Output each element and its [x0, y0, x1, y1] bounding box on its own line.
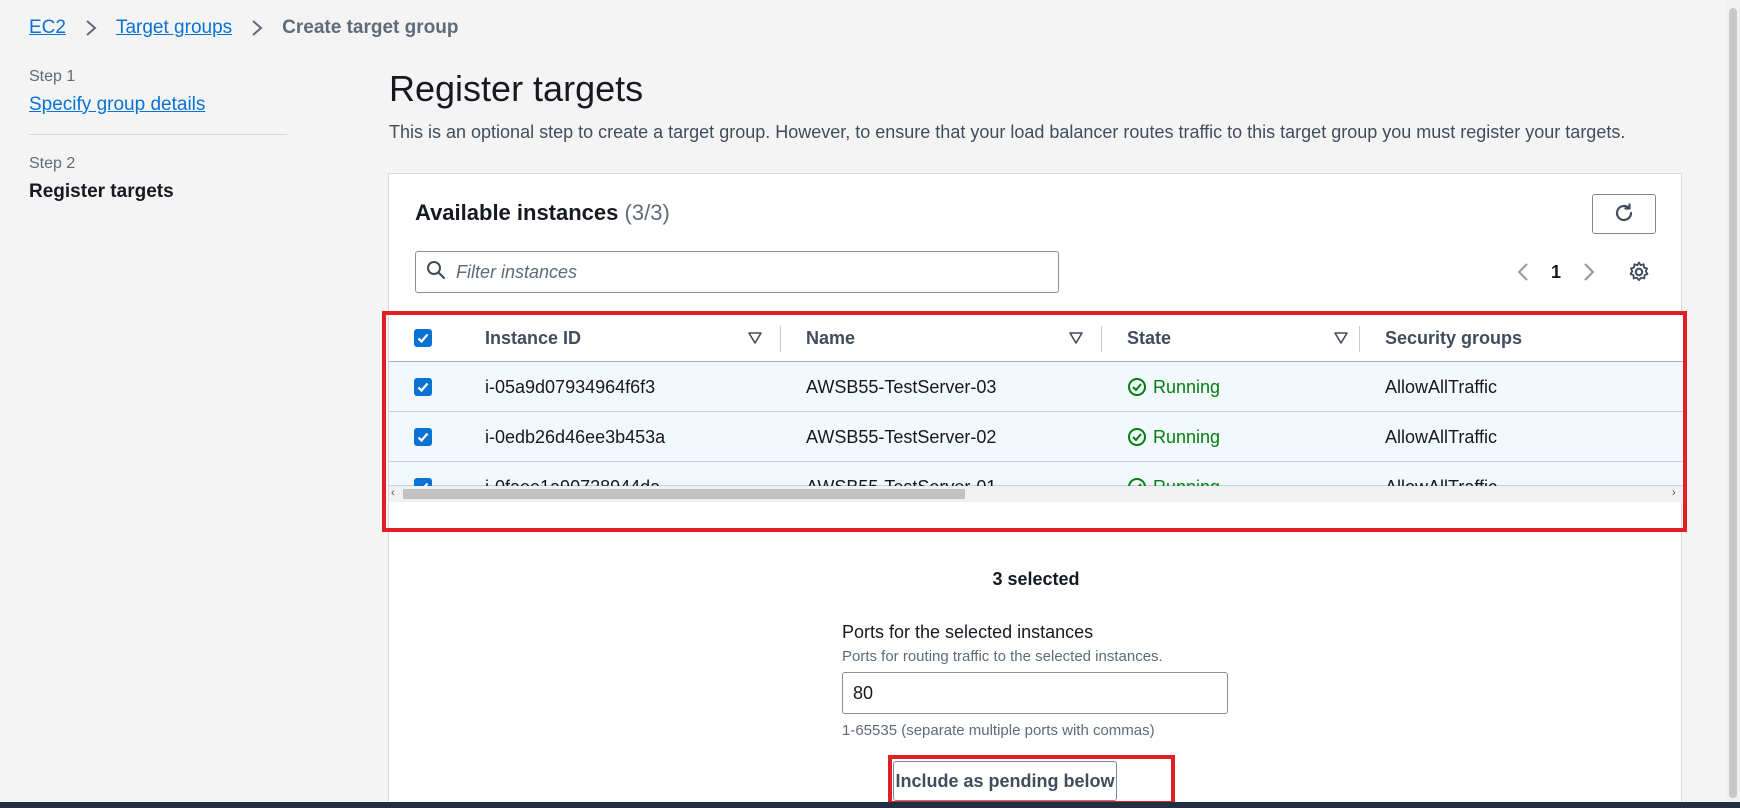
- filter-instances-box: [415, 251, 1059, 293]
- previous-page-icon[interactable]: [1509, 254, 1537, 290]
- column-header-state[interactable]: State: [1127, 314, 1171, 362]
- instance-id: i-0edb26d46ee3b453a: [485, 426, 666, 447]
- check-circle-icon: [1128, 378, 1146, 396]
- pagination: 1: [1509, 254, 1603, 290]
- step-1-link[interactable]: Specify group details: [29, 94, 205, 116]
- ports-description: Ports for routing traffic to the selecte…: [842, 648, 1163, 665]
- breadcrumb-link-target-groups[interactable]: Target groups: [116, 17, 232, 39]
- instances-table: Instance ID Name State Security groups i…: [389, 314, 1683, 502]
- column-divider[interactable]: [1101, 326, 1102, 352]
- instance-state: Running: [1127, 362, 1220, 412]
- panel-title: Available instances: [415, 200, 619, 225]
- table-row[interactable]: i-0faee1a90728944da AWSB55-TestServer-01…: [389, 462, 1683, 497]
- state-text: Running: [1153, 376, 1221, 397]
- include-as-pending-button[interactable]: Include as pending below: [893, 761, 1117, 801]
- table-row[interactable]: i-0edb26d46ee3b453a AWSB55-TestServer-02…: [389, 412, 1683, 462]
- ports-hint: 1-65535 (separate multiple ports with co…: [842, 722, 1155, 739]
- page-scrollbar-thumb[interactable]: [1729, 8, 1737, 798]
- instance-name: AWSB55-TestServer-02: [806, 426, 997, 447]
- instance-id: i-05a9d07934964f6f3: [485, 376, 656, 397]
- column-header-name[interactable]: Name: [806, 314, 855, 362]
- instance-name: AWSB55-TestServer-03: [806, 376, 997, 397]
- scroll-right-icon[interactable]: ›: [1672, 487, 1676, 499]
- column-header-instance-id[interactable]: Instance ID: [485, 314, 581, 362]
- ports-label: Ports for the selected instances: [842, 622, 1094, 642]
- page-number[interactable]: 1: [1551, 262, 1561, 283]
- sort-caret-icon[interactable]: [1333, 314, 1349, 362]
- step-2-label: Step 2: [29, 155, 76, 172]
- available-instances-panel: Available instances (3/3) 1: [388, 173, 1683, 808]
- panel-count: (3/3): [624, 200, 670, 225]
- gear-icon[interactable]: [1625, 258, 1653, 286]
- chevron-right-icon: [250, 19, 264, 37]
- bottom-edge-bar: [0, 802, 1740, 808]
- step-2-current: Register targets: [29, 181, 174, 202]
- column-divider[interactable]: [1359, 326, 1360, 352]
- page-scrollbar[interactable]: [1726, 0, 1740, 808]
- page-description: This is an optional step to create a tar…: [389, 122, 1626, 142]
- selected-count: 3 selected: [992, 569, 1080, 589]
- refresh-icon: [1613, 202, 1635, 227]
- state-text: Running: [1153, 426, 1221, 447]
- wizard-steps: Step 1 Specify group details Step 2 Regi…: [29, 68, 287, 203]
- step-divider: [29, 134, 287, 135]
- instance-state: Running: [1127, 412, 1220, 462]
- scrollbar-thumb[interactable]: [403, 489, 965, 499]
- check-circle-icon: [1128, 428, 1146, 446]
- column-header-security-groups[interactable]: Security groups: [1385, 314, 1522, 362]
- page-title: Register targets: [389, 68, 644, 109]
- refresh-button[interactable]: [1592, 194, 1656, 234]
- column-divider[interactable]: [780, 326, 781, 352]
- search-icon: [426, 260, 446, 285]
- select-all-checkbox[interactable]: [414, 329, 432, 347]
- sort-caret-icon[interactable]: [1068, 314, 1084, 362]
- security-group: AllowAllTraffic: [1385, 376, 1498, 397]
- row-checkbox[interactable]: [414, 378, 432, 396]
- row-checkbox[interactable]: [414, 428, 432, 446]
- select-all-cell: [414, 314, 432, 362]
- horizontal-scrollbar[interactable]: ‹ ›: [389, 486, 1683, 502]
- panel-header: Available instances (3/3): [415, 200, 670, 226]
- ports-input[interactable]: [842, 672, 1228, 714]
- step-1-label: Step 1: [29, 68, 76, 85]
- filter-instances-input[interactable]: [456, 261, 1036, 283]
- table-row[interactable]: i-05a9d07934964f6f3 AWSB55-TestServer-03…: [389, 362, 1683, 412]
- scroll-left-icon[interactable]: ‹: [391, 487, 395, 499]
- breadcrumb-link-ec2[interactable]: EC2: [29, 17, 66, 39]
- sort-caret-icon[interactable]: [747, 314, 763, 362]
- breadcrumb-current: Create target group: [282, 17, 459, 38]
- security-group: AllowAllTraffic: [1385, 426, 1498, 447]
- table-header: Instance ID Name State Security groups: [389, 314, 1683, 362]
- breadcrumb: EC2 Target groups Create target group: [29, 14, 458, 42]
- chevron-right-icon: [84, 19, 98, 37]
- next-page-icon[interactable]: [1575, 254, 1603, 290]
